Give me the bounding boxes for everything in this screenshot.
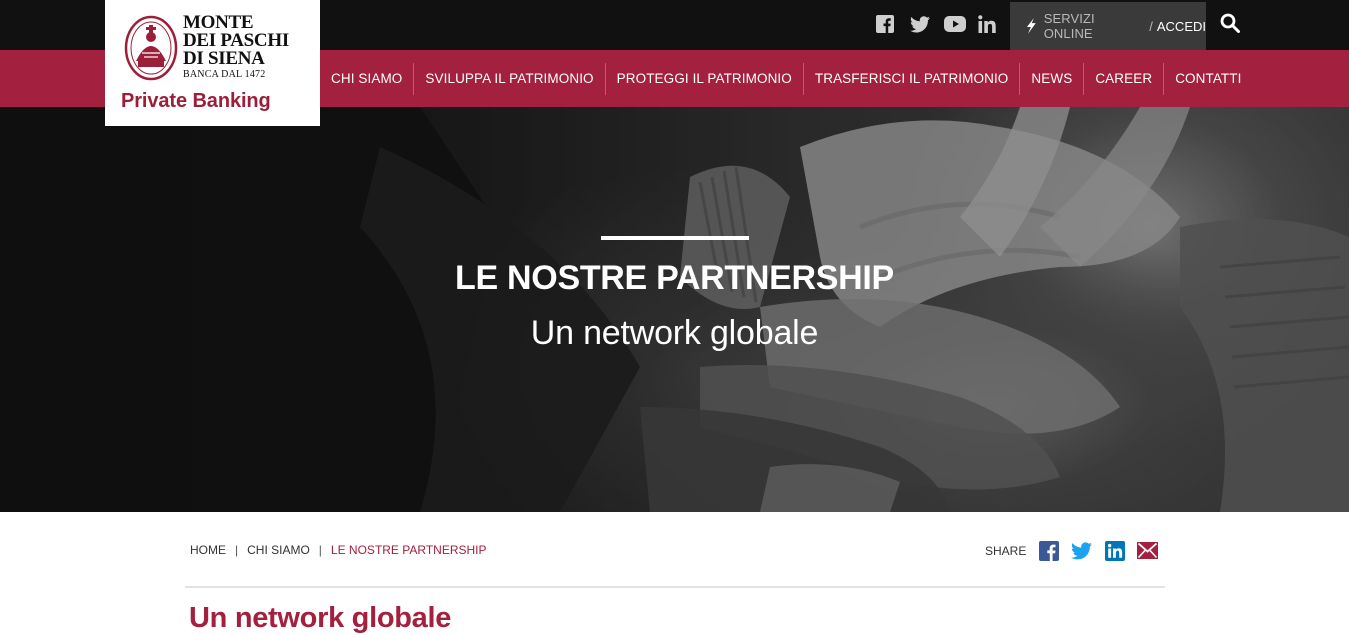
mps-seal-logo <box>124 15 178 81</box>
login-link[interactable]: ACCEDI <box>1157 19 1206 34</box>
social-links <box>876 14 1012 34</box>
linkedin-icon[interactable] <box>978 14 1012 34</box>
breadcrumb: HOME | CHI SIAMO | LE NOSTRE PARTNERSHIP <box>190 543 487 557</box>
search-icon[interactable] <box>1220 13 1242 35</box>
site-logo[interactable]: MONTE DEI PASCHI DI SIENA BANCA DAL 1472… <box>105 0 320 126</box>
nav-item-proteggi-il-patrimonio[interactable]: PROTEGGI IL PATRIMONIO <box>606 62 804 95</box>
linkedin-icon[interactable] <box>1104 540 1125 561</box>
hero-title: LE NOSTRE PARTNERSHIP <box>455 259 894 297</box>
brand-line-3: DI SIENA <box>183 48 265 69</box>
section-title: Un network globale <box>189 602 452 634</box>
facebook-icon[interactable] <box>876 14 910 34</box>
nav-list: CHI SIAMO SVILUPPA IL PATRIMONIO PROTEGG… <box>320 50 1252 107</box>
hero-banner: LE NOSTRE PARTNERSHIP Un network globale <box>0 107 1349 512</box>
facebook-icon[interactable] <box>1038 540 1059 561</box>
twitter-icon[interactable] <box>910 14 944 34</box>
breadcrumb-chi-siamo[interactable]: CHI SIAMO <box>247 543 310 557</box>
breadcrumb-current: LE NOSTRE PARTNERSHIP <box>330 543 487 557</box>
share-label: SHARE <box>985 543 1027 558</box>
email-icon[interactable] <box>1137 540 1159 561</box>
nav-item-chi-siamo[interactable]: CHI SIAMO <box>320 62 415 95</box>
private-banking-label: Private Banking <box>121 90 271 112</box>
nav-item-news[interactable]: NEWS <box>1020 62 1085 95</box>
nav-item-trasferisci-il-patrimonio[interactable]: TRASFERISCI IL PATRIMONIO <box>804 62 1021 95</box>
online-services-login[interactable]: SERVIZI ONLINE / ACCEDI <box>1010 2 1206 50</box>
breadcrumb-home[interactable]: HOME <box>190 543 226 557</box>
hero-title-rule <box>601 236 749 240</box>
online-services-label: SERVIZI ONLINE <box>1043 11 1095 41</box>
youtube-icon[interactable] <box>944 14 978 34</box>
content-divider <box>185 586 1165 588</box>
share-bar: SHARE <box>985 540 1170 561</box>
brand-tagline: BANCA DAL 1472 <box>183 69 266 80</box>
brand-name: MONTE DEI PASCHI DI SIENA <box>183 13 289 69</box>
nav-item-contatti[interactable]: CONTATTI <box>1164 63 1252 95</box>
breadcrumb-separator: | <box>235 543 239 557</box>
breadcrumb-separator: | <box>318 543 322 557</box>
hands-photo-background <box>0 107 1349 512</box>
hero-subtitle: Un network globale <box>530 314 819 352</box>
nav-item-sviluppa-il-patrimonio[interactable]: SVILUPPA IL PATRIMONIO <box>414 62 606 95</box>
nav-item-career[interactable]: CAREER <box>1084 62 1165 95</box>
login-separator: / <box>1149 18 1153 34</box>
twitter-icon[interactable] <box>1071 540 1093 561</box>
cursor-arrow-icon <box>1026 18 1036 34</box>
